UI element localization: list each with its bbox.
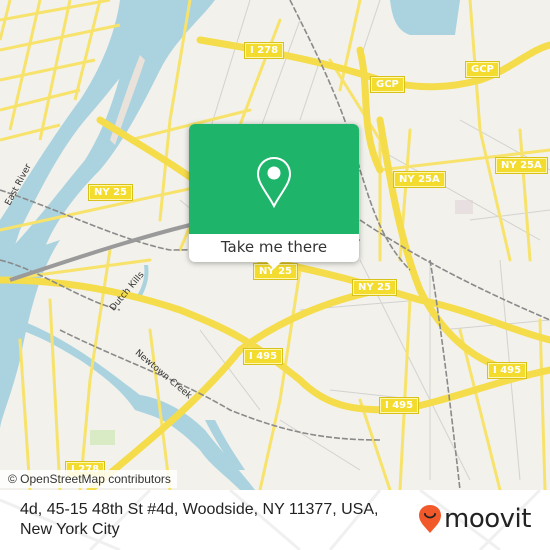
road-shield-i278: I 278 <box>243 42 285 59</box>
road-shield-i495: I 495 <box>378 397 420 414</box>
location-popup: Take me there <box>189 124 359 269</box>
road-shield-i495: I 495 <box>486 362 528 379</box>
address-text: 4d, 45-15 48th St #4d, Woodside, NY 1137… <box>20 501 379 538</box>
road-shield-ny25: NY 25 <box>87 184 134 201</box>
road-shield-i495: I 495 <box>242 348 284 365</box>
moovit-logo[interactable]: moovit <box>418 504 531 534</box>
moovit-wordmark: moovit <box>444 504 531 534</box>
reservoir-water <box>390 0 460 35</box>
ramp-north <box>356 46 384 174</box>
popup-header <box>189 124 359 234</box>
park <box>455 200 473 214</box>
map-view[interactable]: I 278 GCP GCP NY 25 NY 25A NY 25A NY 25 … <box>0 0 550 490</box>
park <box>90 430 115 445</box>
i495-highway <box>0 276 550 414</box>
road-shield-gcp: GCP <box>370 76 405 93</box>
map-attribution[interactable]: © OpenStreetMap contributors <box>0 470 177 488</box>
take-me-there-button[interactable]: Take me there <box>189 234 359 262</box>
i495-ramp <box>236 286 384 354</box>
road-shield-ny25: NY 25 <box>351 279 398 296</box>
popup-pointer <box>265 260 283 269</box>
location-pin-icon <box>256 156 292 208</box>
road-shield-gcp: GCP <box>465 61 500 78</box>
road-shield-ny25a: NY 25A <box>393 171 446 188</box>
road-shield-ny25a: NY 25A <box>495 157 548 174</box>
moovit-pin-icon <box>419 505 441 533</box>
